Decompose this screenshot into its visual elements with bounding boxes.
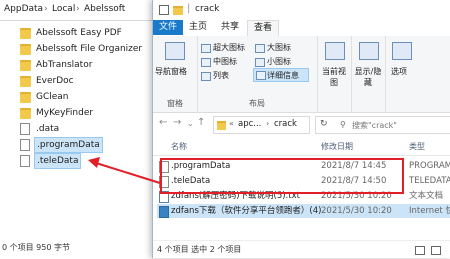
file-type: TELEDATA 文 xyxy=(409,176,450,186)
details-view-icon[interactable] xyxy=(415,246,425,255)
tab-home[interactable]: 主页 xyxy=(183,20,213,35)
ribbon-group-layout: 超大图标 大图标 中图标 小图标 列表 详细信息 布局 xyxy=(197,36,318,112)
folder-icon xyxy=(20,76,31,87)
file-icon xyxy=(20,139,30,151)
large-icons-view-icon[interactable] xyxy=(431,246,441,255)
chevron-down-icon[interactable]: ⌄ xyxy=(187,119,194,128)
breadcrumb-appdata[interactable]: AppData xyxy=(4,4,43,14)
column-header: 名称 修改日期 类型 xyxy=(153,137,450,156)
annotation-highlight-box xyxy=(160,158,404,194)
table-row-selected[interactable]: zdfans下载（软件分享平台领跑者）(4) 2021/5/30 10:20 I… xyxy=(157,204,450,218)
medium-icons-icon xyxy=(201,58,211,67)
file-name: zdfans下载（软件分享平台领跑者）(4) xyxy=(171,206,322,216)
window-title: crack xyxy=(195,4,220,14)
file-type: 文本文档 xyxy=(409,191,444,201)
forward-arrow-icon[interactable]: → xyxy=(173,117,181,128)
extra-large-icons-icon xyxy=(201,44,211,53)
folder-icon xyxy=(20,44,31,55)
large-icons-icon xyxy=(255,44,265,53)
tab-file[interactable]: 文件 xyxy=(153,20,184,35)
background-status-bar: 0 个项目 950 字节 xyxy=(2,243,70,252)
up-arrow-icon[interactable]: ↑ xyxy=(197,117,205,128)
title-separator: | xyxy=(187,3,191,14)
small-icons-icon xyxy=(255,58,265,67)
quick-access-icon[interactable] xyxy=(159,5,169,15)
file-type: PROGRAMDA xyxy=(409,161,450,171)
details-button[interactable]: 详细信息 xyxy=(253,68,309,82)
breadcrumb-local[interactable]: Local xyxy=(52,4,75,14)
title-bar[interactable]: | crack xyxy=(153,0,450,20)
folder-icon xyxy=(20,60,31,71)
folder-icon xyxy=(20,28,31,39)
column-type[interactable]: 类型 xyxy=(409,141,425,152)
column-name[interactable]: 名称 xyxy=(171,141,187,152)
list-icon xyxy=(201,72,211,81)
search-placeholder: 搜索"crack" xyxy=(352,121,397,130)
show-hide-button[interactable]: 显示/隐藏 xyxy=(353,66,383,88)
small-icons-button[interactable]: 小图标 xyxy=(267,56,291,67)
folder-icon xyxy=(217,121,226,130)
status-bar: 4 个项目 选中 2 个项目 xyxy=(153,240,450,259)
breadcrumb-separator: « xyxy=(229,119,234,128)
breadcrumb-parent[interactable]: apc... xyxy=(238,119,261,129)
navigation-pane-icon[interactable] xyxy=(165,42,185,60)
ribbon-group-pane: 导航窗格 窗格 xyxy=(153,36,198,112)
breadcrumb-current[interactable]: crack xyxy=(274,119,297,129)
breadcrumb-separator: › xyxy=(76,4,80,14)
large-icons-button[interactable]: 大图标 xyxy=(267,42,291,53)
explorer-window: | crack 文件 主页 共享 查看 导航窗格 窗格 超大图标 大图标 中图标… xyxy=(152,0,450,258)
current-view-button[interactable]: 当前视图 xyxy=(319,66,349,88)
list-button[interactable]: 列表 xyxy=(213,70,229,81)
tab-share[interactable]: 共享 xyxy=(215,20,245,35)
folder-icon xyxy=(20,92,31,103)
address-bar[interactable]: « apc... › crack xyxy=(213,116,310,134)
search-icon: ⚲ xyxy=(340,120,346,129)
folder-icon xyxy=(20,108,31,119)
ribbon-caption: 窗格 xyxy=(167,99,183,108)
tab-view[interactable]: 查看 xyxy=(247,20,280,37)
background-file-list: Abelssoft Easy PDF Abelssoft File Organi… xyxy=(0,20,161,238)
search-input[interactable]: ↻ ⚲ 搜索"crack" xyxy=(315,116,450,134)
ribbon-tabs: 文件 主页 共享 查看 xyxy=(153,20,450,37)
folder-icon xyxy=(173,6,183,15)
background-address-bar[interactable]: AppData › Local › Abelssoft xyxy=(0,0,160,21)
internet-shortcut-icon xyxy=(159,206,169,218)
column-date-modified[interactable]: 修改日期 xyxy=(321,141,353,152)
ribbon: 导航窗格 窗格 超大图标 大图标 中图标 小图标 列表 详细信息 布局 当前视图 xyxy=(153,36,450,113)
file-date: 2021/5/30 10:20 xyxy=(321,206,392,216)
ribbon-group-options: 选项 xyxy=(385,36,417,112)
details-icon xyxy=(256,71,266,80)
ribbon-group-current-view: 当前视图 xyxy=(317,36,352,112)
status-text: 4 个项目 选中 2 个项目 xyxy=(157,245,242,254)
file-type: Internet 快捷 xyxy=(409,206,450,216)
breadcrumb-abelssoft[interactable]: Abelssoft xyxy=(84,4,125,14)
navigation-pane-button[interactable]: 导航窗格 xyxy=(155,66,187,77)
breadcrumb-separator: › xyxy=(266,119,270,128)
extra-large-icons-button[interactable]: 超大图标 xyxy=(213,42,245,53)
options-button[interactable]: 选项 xyxy=(391,66,407,77)
options-icon[interactable] xyxy=(392,42,412,60)
back-arrow-icon[interactable]: ← xyxy=(159,117,167,128)
file-icon xyxy=(20,155,30,167)
current-view-icon[interactable] xyxy=(325,42,345,60)
show-hide-icon[interactable] xyxy=(359,42,379,60)
refresh-icon[interactable]: ↻ xyxy=(320,119,328,129)
file-icon xyxy=(20,123,30,135)
breadcrumb-separator: › xyxy=(44,4,48,14)
medium-icons-button[interactable]: 中图标 xyxy=(213,56,237,67)
ribbon-caption: 布局 xyxy=(249,99,265,108)
ribbon-group-show-hide: 显示/隐藏 xyxy=(351,36,386,112)
